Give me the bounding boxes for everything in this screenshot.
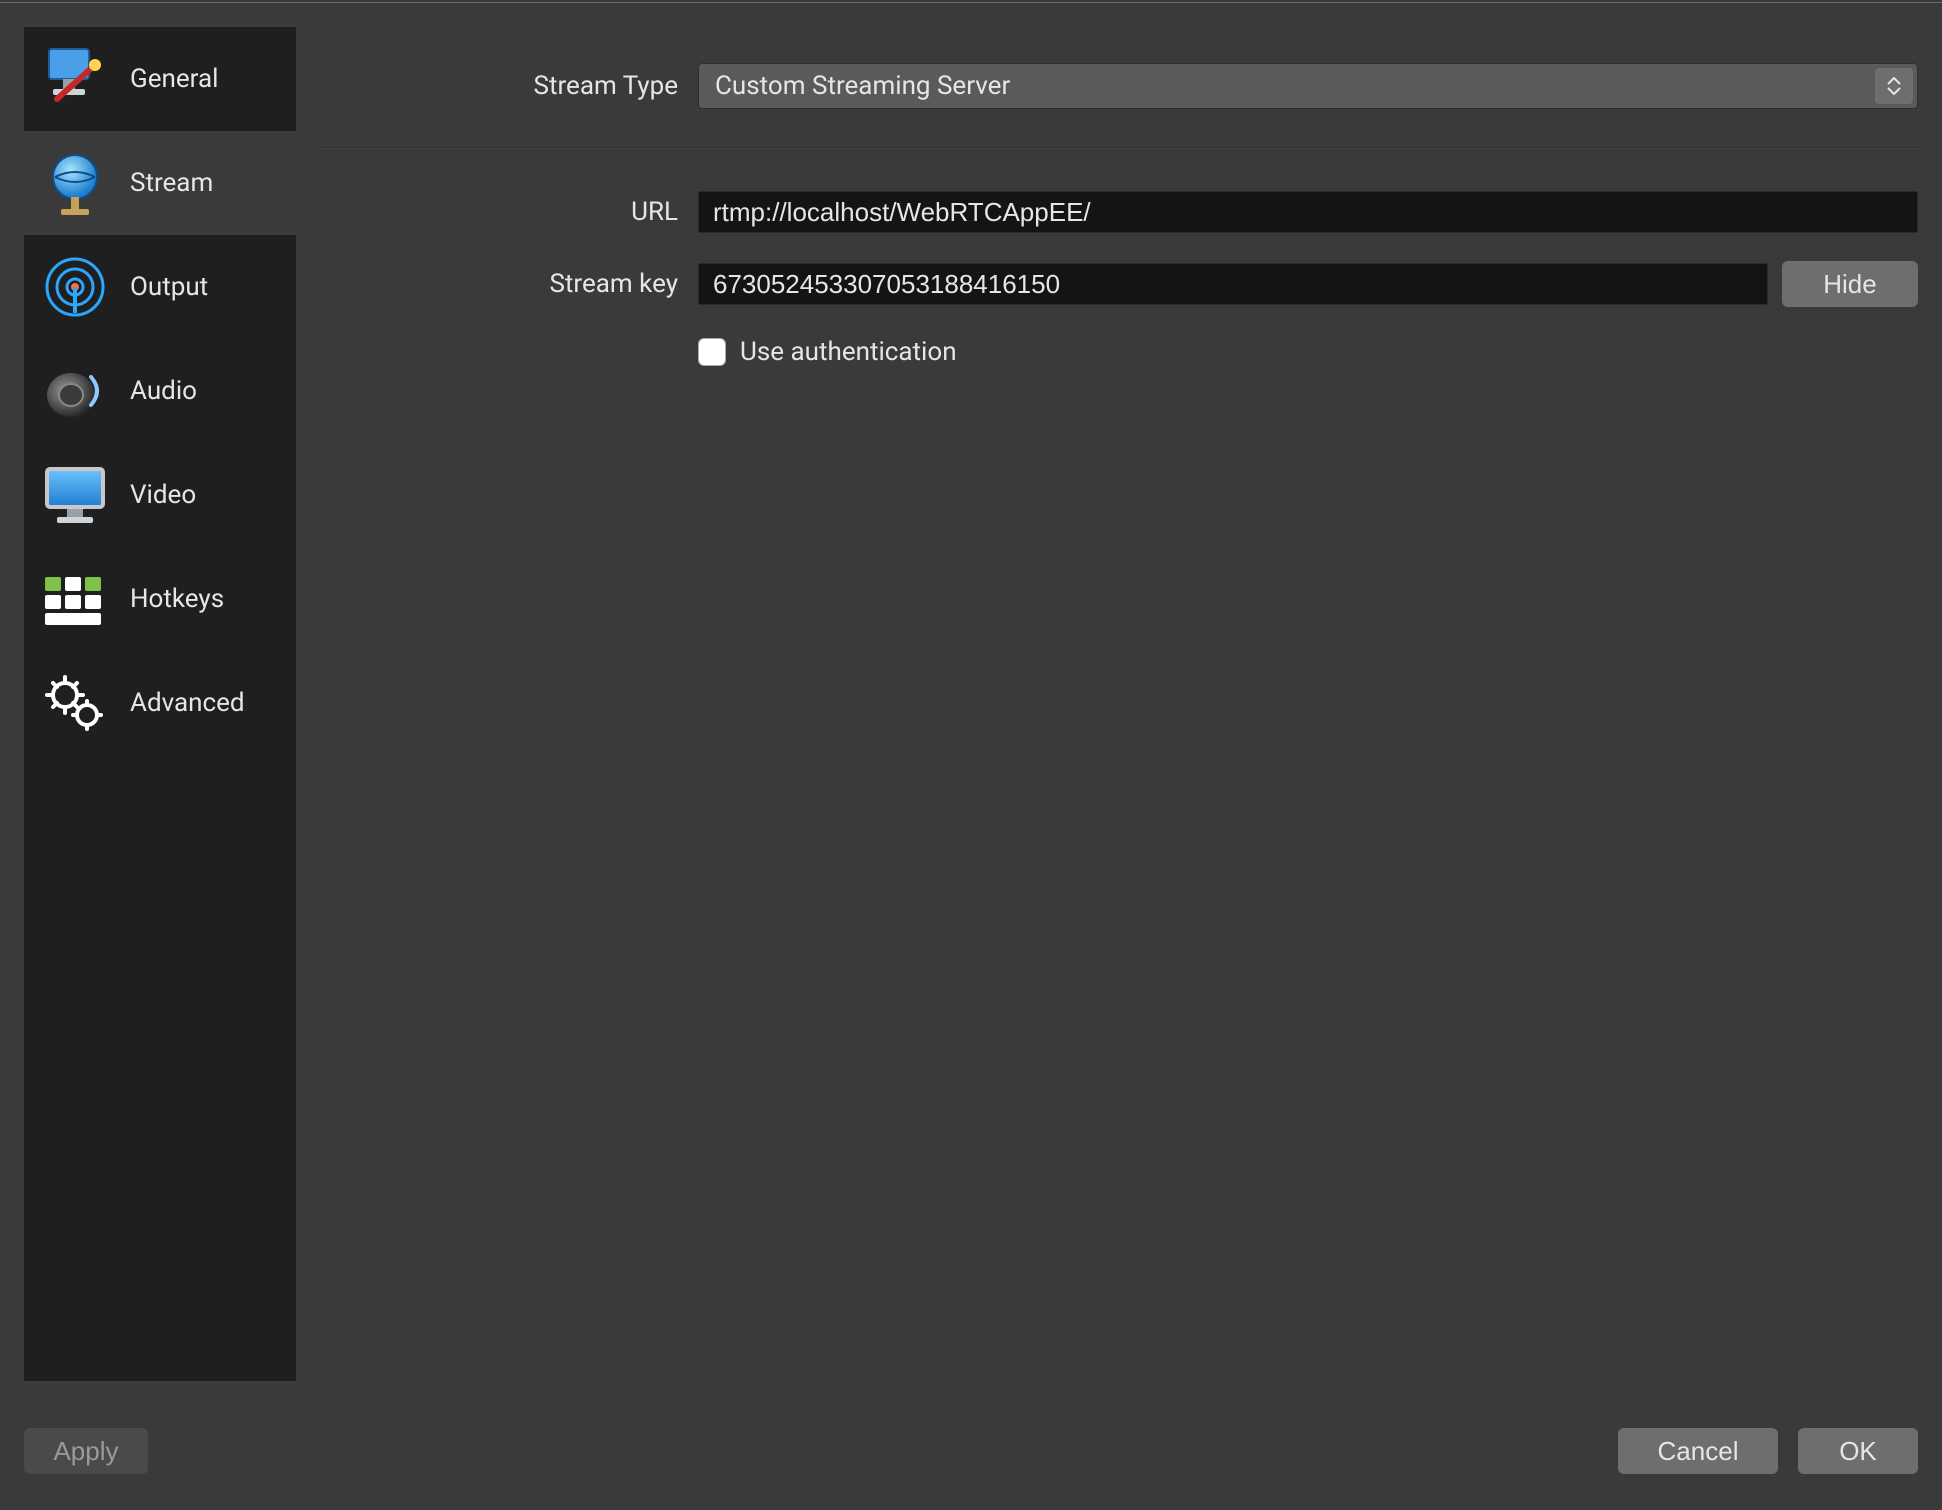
select-arrows-icon (1875, 68, 1913, 104)
content-area: General (0, 3, 1942, 1418)
url-input[interactable] (698, 191, 1918, 233)
video-icon (36, 456, 114, 534)
output-icon (36, 248, 114, 326)
stream-type-value: Custom Streaming Server (715, 71, 1010, 101)
sidebar-item-general[interactable]: General (24, 27, 296, 131)
divider (318, 147, 1918, 149)
sidebar-item-output[interactable]: Output (24, 235, 296, 339)
sidebar-item-video[interactable]: Video (24, 443, 296, 547)
settings-window: General (0, 2, 1942, 1508)
sidebar-item-label: Audio (130, 376, 197, 406)
url-label: URL (318, 197, 698, 227)
hotkeys-icon (36, 560, 114, 638)
sidebar-item-hotkeys[interactable]: Hotkeys (24, 547, 296, 651)
hide-button[interactable]: Hide (1782, 261, 1918, 307)
ok-button[interactable]: OK (1798, 1428, 1918, 1474)
stream-key-input[interactable] (698, 263, 1768, 305)
sidebar-item-label: Output (130, 272, 208, 302)
dialog-footer: Apply Cancel OK (0, 1418, 1942, 1508)
sidebar-item-audio[interactable]: Audio (24, 339, 296, 443)
stream-icon (36, 144, 114, 222)
stream-type-row: Stream Type Custom Streaming Server (318, 63, 1918, 109)
use-auth-label: Use authentication (740, 337, 957, 367)
stream-settings-panel: Stream Type Custom Streaming Server URL … (318, 27, 1918, 1410)
cancel-button[interactable]: Cancel (1618, 1428, 1778, 1474)
use-auth-checkbox[interactable] (698, 338, 726, 366)
audio-icon (36, 352, 114, 430)
stream-key-row: Stream key Hide (318, 261, 1918, 307)
stream-key-label: Stream key (318, 269, 698, 299)
footer-right: Cancel OK (1618, 1428, 1918, 1474)
sidebar-item-label: Hotkeys (130, 584, 224, 614)
sidebar-item-advanced[interactable]: Advanced (24, 651, 296, 755)
sidebar-item-stream[interactable]: Stream (24, 131, 296, 235)
sidebar-item-label: General (130, 64, 218, 94)
use-auth-row[interactable]: Use authentication (698, 337, 1918, 367)
settings-sidebar: General (24, 27, 296, 1381)
stream-type-label: Stream Type (318, 71, 698, 101)
apply-button[interactable]: Apply (24, 1428, 148, 1474)
sidebar-item-label: Stream (130, 168, 213, 198)
sidebar-item-label: Video (130, 480, 196, 510)
stream-type-select[interactable]: Custom Streaming Server (698, 63, 1918, 109)
advanced-icon (36, 664, 114, 742)
general-icon (36, 40, 114, 118)
sidebar-item-label: Advanced (130, 688, 245, 718)
url-row: URL (318, 191, 1918, 233)
